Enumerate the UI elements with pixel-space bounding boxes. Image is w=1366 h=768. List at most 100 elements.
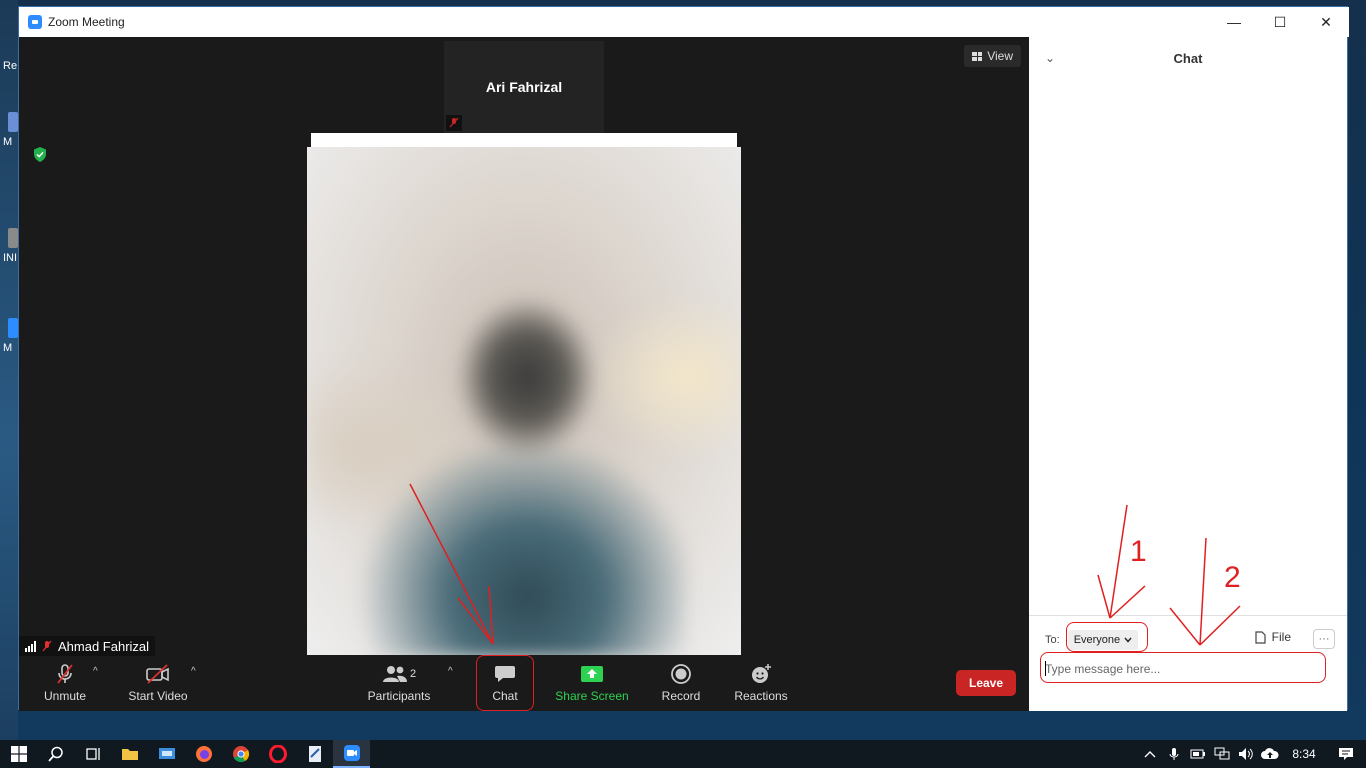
app-icon: [8, 228, 18, 248]
windows-logo-icon: [10, 746, 27, 762]
opera-icon: [268, 745, 287, 763]
annotation-number-2: 2: [1224, 561, 1241, 594]
firefox-taskbar[interactable]: [185, 740, 222, 768]
muted-microphone-icon: [52, 662, 78, 686]
desktop-icon-1[interactable]: Re: [0, 56, 18, 116]
opera-taskbar[interactable]: [259, 740, 296, 768]
record-label: Record: [661, 689, 701, 703]
share-screen-button[interactable]: Share Screen: [555, 662, 629, 706]
app-icon: [8, 318, 18, 338]
active-speaker-tile[interactable]: Ari Fahrizal: [444, 41, 604, 133]
file-button[interactable]: File: [1255, 630, 1291, 644]
video-options-caret-icon[interactable]: ^: [191, 666, 196, 677]
document-app-icon: [308, 746, 321, 762]
system-tray: 8:34: [1138, 740, 1366, 768]
reactions-label: Reactions: [734, 689, 788, 703]
participants-count: 2: [409, 668, 417, 680]
audio-options-caret-icon[interactable]: ^: [93, 666, 98, 677]
chat-panel-title: Chat: [1173, 51, 1203, 66]
speaker-name: Ari Fahrizal: [485, 79, 563, 95]
monitor-app-icon: [158, 748, 175, 759]
search-button[interactable]: [37, 740, 74, 768]
search-icon: [47, 746, 63, 762]
start-video-label: Start Video: [128, 689, 188, 703]
record-button[interactable]: Record: [659, 662, 703, 706]
file-label: File: [1271, 630, 1291, 644]
battery-icon[interactable]: [1186, 749, 1210, 759]
participants-options-caret-icon[interactable]: ^: [448, 666, 453, 677]
close-button[interactable]: ✕: [1303, 7, 1349, 37]
to-label: To:: [1045, 634, 1060, 646]
taskbar-clock[interactable]: 8:34: [1282, 747, 1326, 761]
video-off-icon: [145, 662, 171, 686]
zoom-taskbar[interactable]: [333, 740, 370, 768]
participant-video[interactable]: [307, 147, 741, 655]
zoom-logo-icon: [28, 15, 42, 29]
self-name-label: Ahmad Fahrizal: [19, 636, 156, 656]
desktop-icon-3[interactable]: INI -: [0, 228, 18, 288]
self-name: Ahmad Fahrizal: [58, 638, 150, 654]
window-title: Zoom Meeting: [48, 15, 125, 29]
file-icon: [1255, 630, 1266, 644]
notifications-button[interactable]: [1326, 747, 1366, 761]
zoom-window: Zoom Meeting — ☐ ✕ Ari Fahrizal View Ahm…: [18, 6, 1349, 711]
window-controls: — ☐ ✕: [1211, 7, 1349, 37]
desktop-icon-2[interactable]: M: [0, 112, 18, 172]
record-icon: [668, 662, 694, 686]
chat-panel: ⌄ Chat To: Everyone File ···: [1029, 37, 1347, 711]
participants-button[interactable]: 2 Participants: [367, 662, 431, 706]
start-video-button[interactable]: Start Video: [127, 662, 189, 706]
chrome-taskbar[interactable]: [222, 740, 259, 768]
blurred-person: [357, 297, 687, 655]
grid-view-icon: [972, 51, 983, 61]
volume-icon[interactable]: [1234, 747, 1258, 761]
start-button[interactable]: [0, 740, 37, 768]
network-icon[interactable]: [1210, 747, 1234, 761]
zoom-icon: [343, 745, 360, 761]
share-screen-label: Share Screen: [555, 689, 629, 703]
more-options-button[interactable]: ···: [1313, 629, 1335, 649]
participants-label: Participants: [367, 689, 431, 703]
video-frame-top: [311, 133, 737, 147]
desktop-icon-label: M: [3, 342, 13, 354]
notification-icon: [1339, 748, 1353, 760]
view-button[interactable]: View: [964, 45, 1021, 67]
unmute-label: Unmute: [43, 689, 87, 703]
app-taskbar-1[interactable]: [148, 740, 185, 768]
muted-mic-icon: [446, 115, 462, 131]
minimize-button[interactable]: —: [1211, 7, 1257, 37]
task-view-icon: [85, 748, 100, 760]
windows-taskbar: 8:34: [0, 740, 1366, 768]
desktop-icon-label: Re: [3, 60, 18, 72]
file-explorer-taskbar[interactable]: [111, 740, 148, 768]
task-view-button[interactable]: [74, 740, 111, 768]
firefox-icon: [195, 746, 212, 762]
annotation-number-1: 1: [1130, 535, 1147, 568]
security-shield-icon[interactable]: [33, 147, 47, 162]
cloud-upload-icon[interactable]: [1258, 748, 1282, 760]
desktop-icon-label: INI -: [3, 252, 18, 264]
title-bar[interactable]: Zoom Meeting — ☐ ✕: [19, 7, 1349, 37]
chrome-icon: [232, 746, 249, 763]
leave-button[interactable]: Leave: [956, 670, 1016, 696]
reactions-button[interactable]: Reactions: [733, 662, 789, 706]
message-input-highlight: [1040, 652, 1326, 683]
unmute-button[interactable]: Unmute: [41, 662, 89, 706]
share-screen-icon: [579, 662, 605, 686]
muted-mic-icon: [42, 640, 52, 652]
maximize-button[interactable]: ☐: [1257, 7, 1303, 37]
app-taskbar-2[interactable]: [296, 740, 333, 768]
show-hidden-icons-chevron-icon[interactable]: [1138, 750, 1162, 758]
meeting-area: Ari Fahrizal View Ahmad Fahrizal: [19, 37, 1029, 711]
signal-strength-icon: [25, 640, 36, 652]
folder-icon: [121, 749, 138, 760]
microphone-icon[interactable]: [1162, 747, 1186, 761]
chat-divider: [1029, 615, 1347, 616]
chat-button-highlight: [476, 655, 534, 711]
desktop-icon-label: M: [3, 136, 13, 148]
view-label: View: [987, 49, 1013, 63]
participants-icon: 2: [379, 662, 419, 686]
app-icon: [8, 112, 18, 132]
desktop-icon-4[interactable]: M: [0, 318, 18, 378]
recipient-highlight: [1066, 622, 1148, 652]
